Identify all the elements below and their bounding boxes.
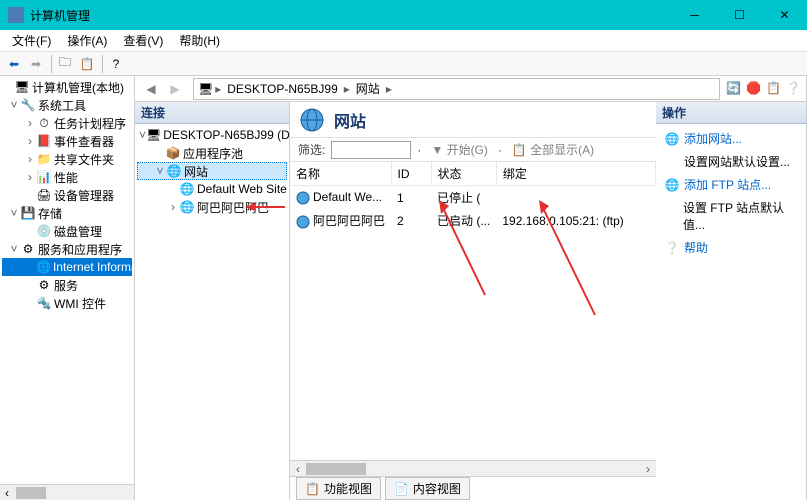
action-add-ftp[interactable]: 🌐添加 FTP 站点... <box>660 174 802 195</box>
help-icon[interactable]: ? <box>106 54 126 74</box>
menu-file[interactable]: 文件(F) <box>4 30 59 51</box>
tree-storage[interactable]: ˅💾存储 <box>2 204 132 222</box>
filter-input[interactable] <box>331 141 411 159</box>
addr-icon-3[interactable]: 📋 <box>766 81 782 97</box>
action-help[interactable]: ❔帮助 <box>660 237 802 258</box>
tree-item-diskmgr[interactable]: 💿磁盘管理 <box>2 222 132 240</box>
connections-header: 连接 <box>135 102 289 124</box>
maximize-button[interactable]: ☐ <box>717 0 762 30</box>
globe-icon <box>296 191 310 205</box>
sites-icon <box>298 106 326 134</box>
crumb-server[interactable]: DESKTOP-N65BJ99 <box>223 82 342 96</box>
col-status[interactable]: 状态 <box>431 162 496 186</box>
toolbar-icon-2[interactable]: 📋 <box>77 54 97 74</box>
tree-item-eventviewer[interactable]: ›📕事件查看器 <box>2 132 132 150</box>
page-title: 网站 <box>334 108 366 132</box>
addr-icon-1[interactable]: 🔄 <box>726 81 742 97</box>
col-id[interactable]: ID <box>391 162 431 186</box>
toolbar: ⬅ ➡ 🗀 📋 ? <box>0 52 807 76</box>
tree-item-services[interactable]: ⚙服务 <box>2 276 132 294</box>
tree-services-apps[interactable]: ˅⚙服务和应用程序 <box>2 240 132 258</box>
minimize-button[interactable]: ─ <box>672 0 717 30</box>
addr-help-icon[interactable]: ❔ <box>786 81 802 97</box>
globe-icon <box>296 215 310 229</box>
tree-system-tools[interactable]: ˅🔧系统工具 <box>2 96 132 114</box>
left-hscroll[interactable]: ‹ <box>0 484 134 500</box>
col-name[interactable]: 名称 <box>290 162 391 186</box>
globe-icon: 🌐 <box>664 177 680 193</box>
tree-item-tasksched[interactable]: ›⏱任务计划程序 <box>2 114 132 132</box>
action-ftp-defaults[interactable]: 设置 FTP 站点默认值... <box>660 197 802 235</box>
iis-pane: ◀ ▶ 🖥▸ DESKTOP-N65BJ99▸ 网站▸ 🔄 🛑 📋 ❔ 连接 ˅… <box>135 76 807 500</box>
app-icon <box>8 7 24 23</box>
action-site-defaults[interactable]: 设置网站默认设置... <box>660 151 802 172</box>
filter-showall[interactable]: 📋 全部显示(A) <box>508 141 598 158</box>
conn-site-aba[interactable]: ›🌐阿巴阿巴阿巴 <box>137 198 287 216</box>
breadcrumb[interactable]: 🖥▸ DESKTOP-N65BJ99▸ 网站▸ <box>193 78 720 100</box>
back-button[interactable]: ⬅ <box>4 54 24 74</box>
tree-item-devmgr[interactable]: 🖨设备管理器 <box>2 186 132 204</box>
addr-fwd-icon[interactable]: ▶ <box>163 78 187 100</box>
tree-root[interactable]: 🖥计算机管理(本地) <box>2 78 132 96</box>
sites-table: 名称 ID 状态 绑定 Default We... 1 已停止 ( <box>290 162 656 460</box>
filter-row: 筛选: · ▼ 开始(G) · 📋 全部显示(A) <box>290 138 656 162</box>
conn-site-default[interactable]: 🌐Default Web Site <box>137 180 287 198</box>
center-pane: 网站 筛选: · ▼ 开始(G) · 📋 全部显示(A) 名称 ID 状 <box>290 102 656 500</box>
menu-action[interactable]: 操作(A) <box>59 30 115 51</box>
tree-item-iis[interactable]: 🌐Internet Informat <box>2 258 132 276</box>
addr-back-icon[interactable]: ◀ <box>139 78 163 100</box>
help-icon: ❔ <box>664 240 680 256</box>
col-binding[interactable]: 绑定 <box>496 162 655 186</box>
tree-item-perf[interactable]: ›📊性能 <box>2 168 132 186</box>
close-button[interactable]: ✕ <box>762 0 807 30</box>
globe-icon: 🌐 <box>664 131 680 147</box>
filter-go[interactable]: ▼ 开始(G) <box>427 141 492 158</box>
crumb-sites[interactable]: 网站 <box>352 80 384 97</box>
address-bar: ◀ ▶ 🖥▸ DESKTOP-N65BJ99▸ 网站▸ 🔄 🛑 📋 ❔ <box>135 76 806 102</box>
table-row[interactable]: Default We... 1 已停止 ( <box>290 186 656 210</box>
conn-apppool[interactable]: 📦应用程序池 <box>137 144 287 162</box>
menu-view[interactable]: 查看(V) <box>115 30 171 51</box>
left-nav-pane: 🖥计算机管理(本地) ˅🔧系统工具 ›⏱任务计划程序 ›📕事件查看器 ›📁共享文… <box>0 76 135 500</box>
tab-content-view[interactable]: 📄内容视图 <box>385 477 470 500</box>
center-header: 网站 <box>290 102 656 138</box>
forward-button[interactable]: ➡ <box>26 54 46 74</box>
menubar: 文件(F) 操作(A) 查看(V) 帮助(H) <box>0 30 807 52</box>
titlebar: 计算机管理 ─ ☐ ✕ <box>0 0 807 30</box>
tab-feature-view[interactable]: 📋功能视图 <box>296 477 381 500</box>
connections-pane: 连接 ˅🖥DESKTOP-N65BJ99 (DESKTOP 📦应用程序池 ˅🌐网… <box>135 102 290 500</box>
conn-server[interactable]: ˅🖥DESKTOP-N65BJ99 (DESKTOP <box>137 126 287 144</box>
table-row[interactable]: 阿巴阿巴阿巴 2 已启动 (... 192.168.0.105:21: (ftp… <box>290 209 656 232</box>
addr-icon-2[interactable]: 🛑 <box>746 81 762 97</box>
actions-pane: 操作 🌐添加网站... 设置网站默认设置... 🌐添加 FTP 站点... 设置… <box>656 102 806 500</box>
toolbar-icon-1[interactable]: 🗀 <box>55 54 75 74</box>
actions-header: 操作 <box>656 102 806 124</box>
conn-sites[interactable]: ˅🌐网站 <box>137 162 287 180</box>
center-hscroll[interactable]: ‹› <box>290 460 656 476</box>
menu-help[interactable]: 帮助(H) <box>171 30 228 51</box>
window-title: 计算机管理 <box>30 7 90 24</box>
tree-item-shared[interactable]: ›📁共享文件夹 <box>2 150 132 168</box>
action-add-site[interactable]: 🌐添加网站... <box>660 128 802 149</box>
view-tabs: 📋功能视图 📄内容视图 <box>290 476 656 500</box>
filter-label: 筛选: <box>298 141 325 158</box>
tree-item-wmi[interactable]: 🔩WMI 控件 <box>2 294 132 312</box>
